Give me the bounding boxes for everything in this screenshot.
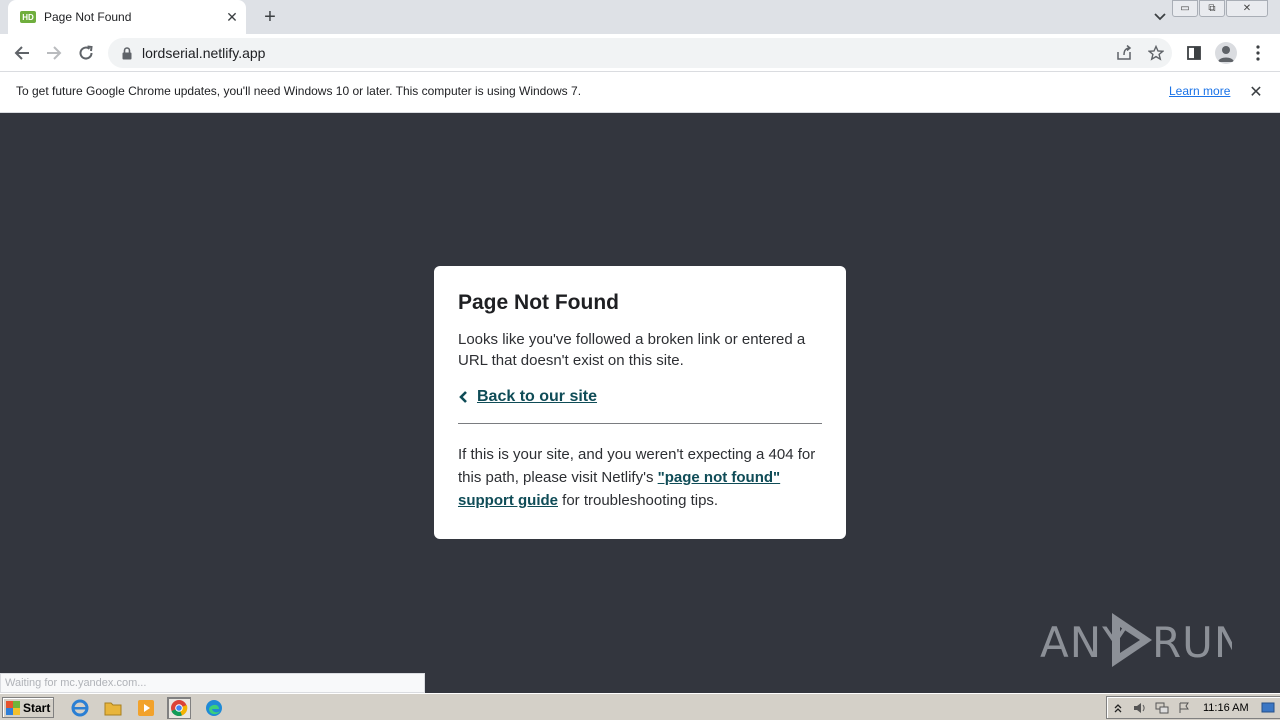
- restore-button[interactable]: ⧉: [1199, 0, 1225, 17]
- support-text: If this is your site, and you weren't ex…: [458, 443, 822, 512]
- profile-avatar-icon[interactable]: [1213, 40, 1239, 66]
- lead-text: Looks like you've followed a broken link…: [458, 331, 806, 369]
- internet-explorer-icon[interactable]: [68, 697, 92, 719]
- taskbar-clock[interactable]: 11:16 AM: [1203, 702, 1249, 714]
- divider: [458, 423, 822, 424]
- not-found-card: Page Not Found Looks like you've followe…: [434, 266, 846, 539]
- tab-title: Page Not Found: [44, 10, 132, 24]
- windows-taskbar: Start 11:16 AM: [0, 693, 1280, 720]
- new-tab-button[interactable]: +: [258, 6, 282, 28]
- bookmark-star-icon[interactable]: [1140, 38, 1172, 68]
- chevron-left-icon: [458, 389, 472, 405]
- browser-toolbar: lordserial.netlify.app: [0, 34, 1280, 72]
- svg-text:RUN: RUN: [1152, 618, 1232, 667]
- share-icon[interactable]: [1108, 38, 1140, 68]
- start-label: Start: [23, 700, 51, 715]
- back-arrow-icon[interactable]: [9, 40, 35, 66]
- edge-icon[interactable]: [202, 697, 226, 719]
- infobar-close-icon[interactable]: ✕: [1246, 82, 1266, 102]
- show-hidden-icons-icon[interactable]: [1107, 698, 1129, 718]
- lock-icon[interactable]: [120, 46, 134, 60]
- learn-more-link[interactable]: Learn more: [1169, 84, 1230, 98]
- media-player-icon[interactable]: [134, 697, 158, 719]
- update-infobar: To get future Google Chrome updates, you…: [0, 72, 1280, 113]
- window-controls: ▭ ⧉ ✕: [1171, 0, 1268, 17]
- action-center-flag-icon[interactable]: [1173, 698, 1195, 718]
- tab-strip: HD Page Not Found ✕ + ▭ ⧉ ✕: [0, 0, 1280, 34]
- back-to-site-link[interactable]: Back to our site: [458, 388, 822, 406]
- minimize-button[interactable]: ▭: [1172, 0, 1198, 17]
- tab-close-icon[interactable]: ✕: [222, 7, 242, 27]
- window-close-button[interactable]: ✕: [1226, 0, 1268, 17]
- volume-icon[interactable]: [1129, 698, 1151, 718]
- back-link-label: Back to our site: [477, 388, 598, 405]
- system-tray: 11:16 AM: [1106, 696, 1280, 719]
- url-text[interactable]: lordserial.netlify.app: [142, 45, 1108, 61]
- infobar-message: To get future Google Chrome updates, you…: [16, 84, 582, 98]
- network-icon[interactable]: [1151, 698, 1173, 718]
- reload-icon[interactable]: [73, 40, 99, 66]
- windows-logo-icon: [6, 700, 20, 715]
- site-favicon-icon: HD: [20, 11, 36, 23]
- tab-search-chevron-icon[interactable]: [1150, 8, 1170, 26]
- kebab-menu-icon[interactable]: [1245, 40, 1271, 66]
- tab-page-not-found[interactable]: HD Page Not Found ✕: [8, 0, 246, 34]
- forward-arrow-icon[interactable]: [41, 40, 67, 66]
- support-text-suffix: for troubleshooting tips.: [558, 492, 719, 509]
- status-bubble: Waiting for mc.yandex.com...: [0, 673, 425, 693]
- show-desktop-icon[interactable]: [1257, 698, 1279, 718]
- start-button[interactable]: Start: [2, 697, 54, 718]
- page-title: Page Not Found: [458, 291, 619, 314]
- anyrun-watermark-logo: ANY RUN: [1040, 610, 1232, 670]
- page-viewport: Page Not Found Looks like you've followe…: [0, 113, 1280, 691]
- address-bar[interactable]: lordserial.netlify.app: [108, 38, 1172, 68]
- chrome-taskbar-icon[interactable]: [167, 697, 191, 719]
- side-panel-icon[interactable]: [1181, 40, 1207, 66]
- file-explorer-icon[interactable]: [101, 697, 125, 719]
